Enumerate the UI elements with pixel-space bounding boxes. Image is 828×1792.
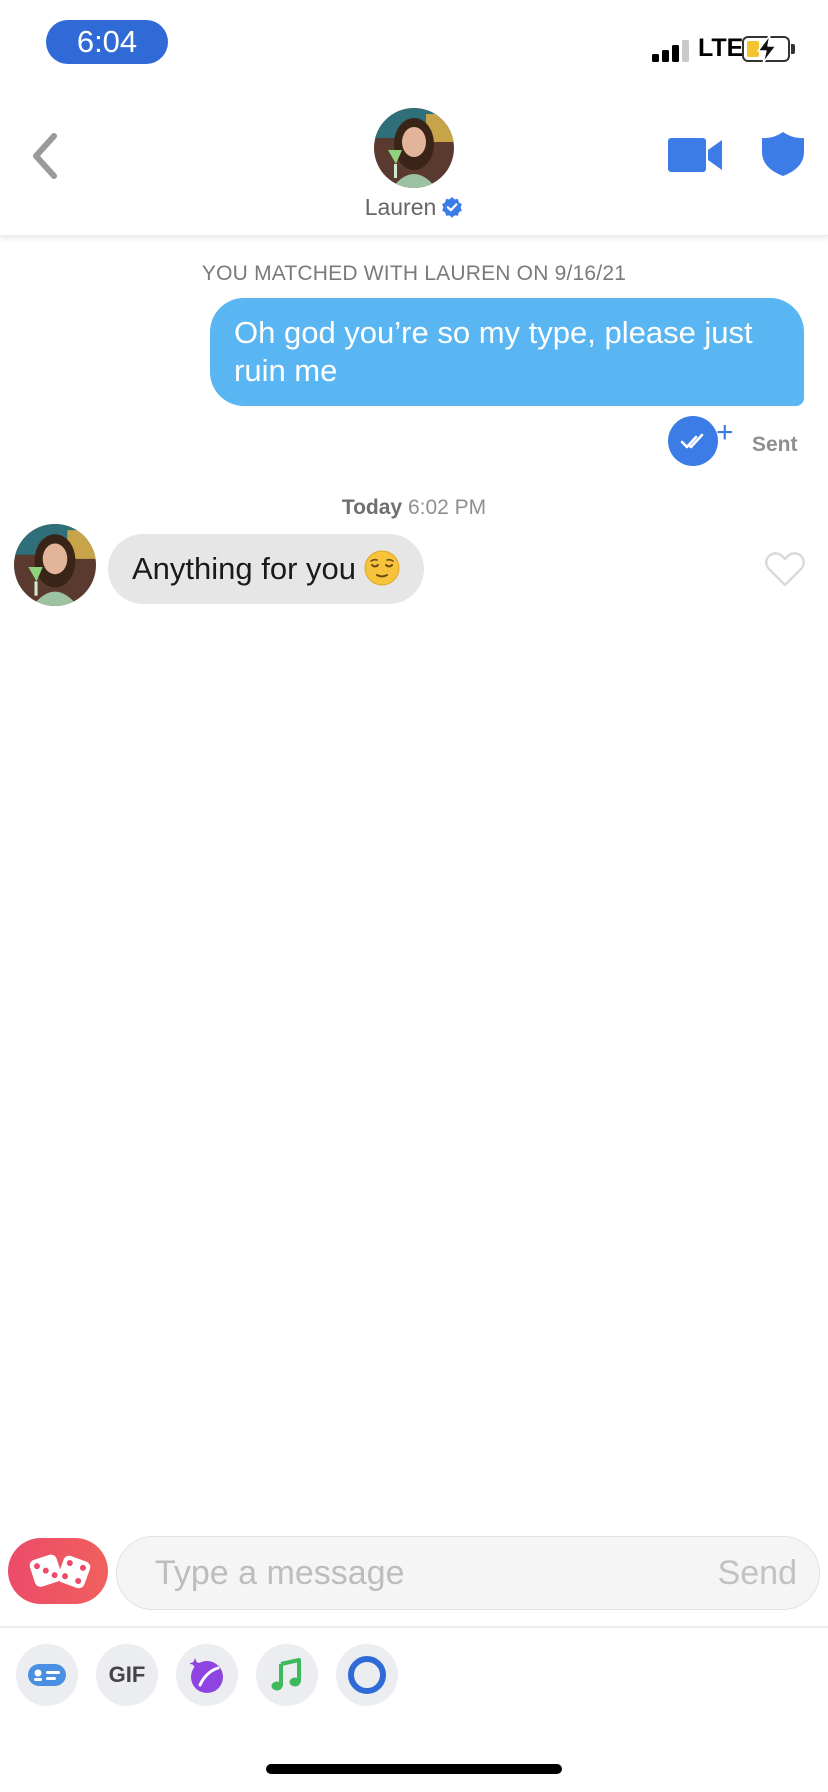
incoming-message-text: Anything for you (132, 551, 357, 586)
incoming-message-bubble[interactable]: Anything for you (108, 534, 425, 604)
heart-icon[interactable] (764, 550, 806, 588)
home-indicator[interactable] (266, 1764, 562, 1774)
outgoing-message-bubble[interactable]: Oh god you’re so my type, please just ru… (210, 298, 804, 406)
sticker-button[interactable] (176, 1644, 238, 1706)
shield-icon[interactable] (760, 130, 806, 178)
charging-bolt-icon (757, 34, 777, 64)
send-button[interactable]: Send (718, 1537, 797, 1609)
music-note-icon (271, 1658, 301, 1691)
timestamp-day: Today (341, 496, 403, 519)
chevron-left-icon[interactable] (22, 126, 70, 186)
message-input[interactable] (155, 1537, 655, 1609)
music-button[interactable] (256, 1644, 318, 1706)
circle-ring-icon (348, 1656, 386, 1694)
contact-avatar[interactable] (374, 108, 454, 188)
gif-button[interactable]: GIF (96, 1644, 158, 1706)
chat-header: Lauren (0, 90, 828, 236)
timestamp-time: 6:02 PM (407, 496, 487, 519)
contact-name: Lauren (364, 194, 437, 220)
status-bar: 6:04 LTE (0, 0, 828, 90)
sender-avatar[interactable] (14, 524, 96, 606)
contact-name-row[interactable]: Lauren (0, 194, 828, 221)
relieved-face-emoji-icon (364, 550, 400, 586)
message-timestamp: Today 6:02 PM (0, 496, 828, 520)
toolbar-divider (0, 1626, 828, 1628)
dice-button[interactable] (8, 1538, 108, 1604)
message-composer: Send (116, 1536, 820, 1610)
network-type: LTE (698, 34, 744, 62)
contact-card-button[interactable] (16, 1644, 78, 1706)
message-status: Sent (752, 433, 798, 456)
battery-nub (791, 44, 795, 54)
dice-icon (29, 1554, 91, 1589)
verified-badge-icon (442, 197, 463, 218)
sticker-icon (189, 1658, 223, 1693)
match-notice: YOU MATCHED WITH LAUREN ON 9/16/21 (201, 262, 627, 285)
video-camera-icon[interactable] (668, 134, 724, 176)
contact-card-icon (28, 1664, 66, 1686)
status-time: 6:04 (46, 20, 168, 64)
cellular-signal-icon (652, 38, 692, 62)
read-receipt-icon[interactable] (668, 416, 718, 466)
gif-label: GIF (108, 1662, 146, 1687)
ring-button[interactable] (336, 1644, 398, 1706)
read-receipt-plus-icon[interactable]: + (716, 418, 734, 448)
